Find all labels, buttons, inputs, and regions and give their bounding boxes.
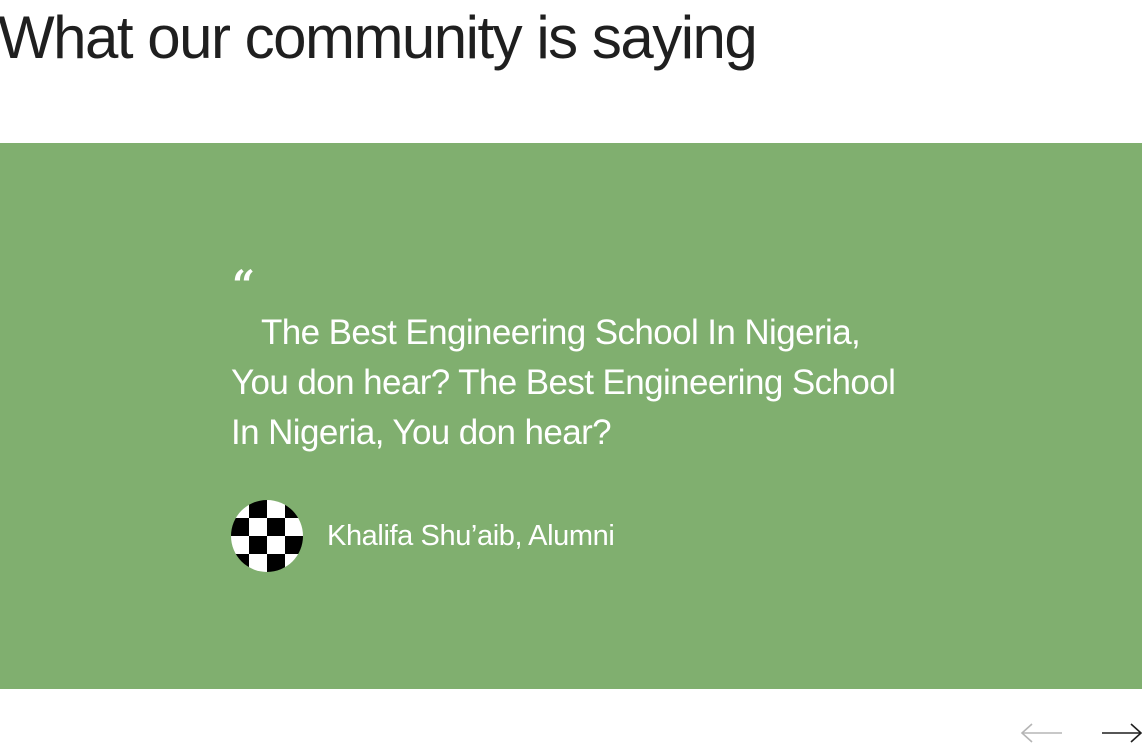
testimonials-section: What our community is saying “ The Best … (0, 0, 1142, 753)
previous-button[interactable] (1020, 718, 1064, 748)
arrow-right-icon (1102, 723, 1142, 743)
testimonial-card: “ The Best Engineering School In Nigeria… (0, 143, 1142, 689)
author-name: Khalifa Shu’aib, Alumni (327, 520, 615, 552)
quote-mark-icon: “ (232, 262, 256, 309)
testimonial-quote: The Best Engineering School In Nigeria, … (231, 313, 896, 452)
arrow-left-icon (1020, 723, 1062, 743)
avatar (231, 500, 303, 572)
next-button[interactable] (1100, 718, 1142, 748)
section-title: What our community is saying (0, 4, 758, 71)
testimonial-author: Khalifa Shu’aib, Alumni (231, 500, 615, 572)
